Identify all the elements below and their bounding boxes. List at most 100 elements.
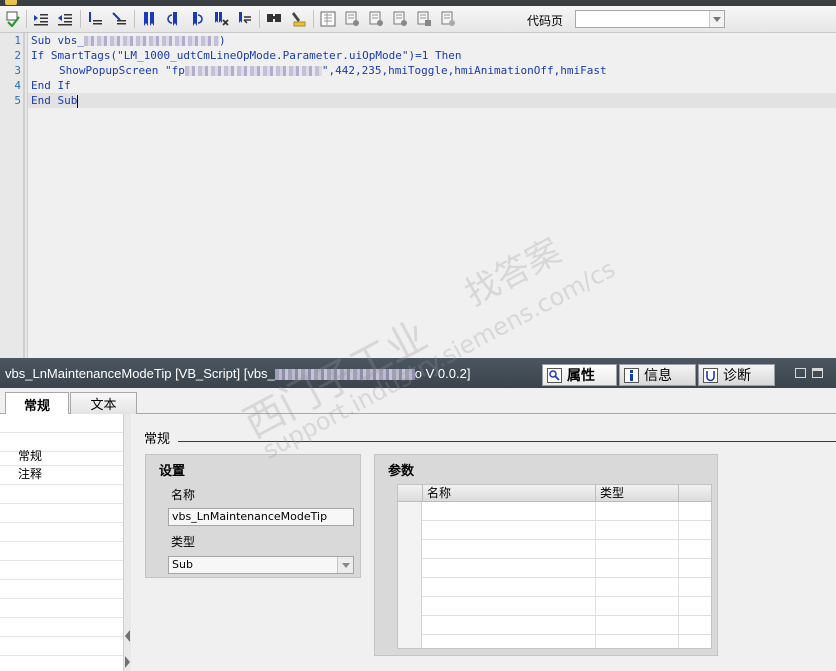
parameters-table[interactable]: 名称 类型 [397,484,712,649]
nav-row [0,485,123,504]
nav-row [0,618,123,637]
chevron-down-icon[interactable] [337,557,353,573]
table-row[interactable] [398,597,711,616]
redacted-text [184,66,322,76]
inspector-title-bar: vbs_LnMaintenanceModeTip [VB_Script] [vb… [0,358,836,388]
bookmark-icon[interactable] [140,9,158,28]
code-page-select[interactable] [575,10,725,28]
redacted-text [274,369,415,381]
parameters-title: 参数 [388,464,415,479]
tab-properties[interactable]: 属性 [542,364,617,386]
section-divider [178,441,836,442]
nav-item-general[interactable]: 常规 [0,448,123,466]
tab-diagnostics[interactable]: 诊断 [698,364,775,386]
keyword: If [50,79,71,92]
type-select[interactable]: Sub [168,556,354,574]
nav-row [0,542,123,561]
restore-icon[interactable] [795,368,806,378]
title-text: o [414,366,423,381]
string-literal: "fp [164,64,185,77]
prev-bookmark-icon[interactable] [164,9,182,28]
check-icon[interactable] [4,9,22,28]
code-line[interactable]: If SmartTags("LM_1000_udtCmLineOpMode.Pa… [31,48,462,63]
tab-general[interactable]: 常规 [5,392,69,415]
inspector-subtabs: 常规 文本 [0,388,836,415]
snippet-5-icon[interactable] [415,9,433,28]
code-editor[interactable]: 1 2 3 4 5 Sub vbs_) If SmartTags("LM_100… [0,33,836,358]
comment-icon[interactable] [86,9,104,28]
title-text: vbs_LnMaintenanceModeTip [VB_Script] [vb… [5,366,275,381]
table-row[interactable] [398,502,711,521]
line-number: 3 [14,64,21,77]
diagnostics-icon [702,367,718,383]
code-line[interactable]: Sub vbs_) [31,33,226,48]
column-header-extra [679,485,711,502]
tab-info[interactable]: 信息 [619,364,696,386]
toolbar-separator [313,10,314,28]
text-caret [77,94,79,108]
table-row[interactable] [398,616,711,635]
column-header-name[interactable]: 名称 [423,485,596,502]
snippet-1-icon[interactable] [319,9,337,28]
keyword: End [31,94,51,107]
keyword: Sub [31,34,51,47]
menu-icon[interactable] [812,368,823,378]
table-row[interactable] [398,540,711,559]
code-line[interactable]: End If [31,78,71,93]
keyword: Then [435,49,462,62]
code-line[interactable]: ShowPopupScreen "fp ",442,235,hmiToggle,h… [59,63,607,78]
table-row[interactable] [398,578,711,597]
indent-icon[interactable] [32,9,50,28]
clear-bookmarks-icon[interactable] [212,9,230,28]
expand-right-icon[interactable] [125,656,130,668]
toolbar-separator [259,10,260,28]
tab-label: 信息 [644,368,672,384]
goto-icon[interactable] [236,9,254,28]
nav-item-comment[interactable]: 注释 [0,466,123,485]
find-icon[interactable] [265,9,283,28]
tab-text[interactable]: 文本 [70,392,137,414]
nav-splitter[interactable] [123,414,131,671]
nav-row [0,414,123,433]
collapse-left-icon[interactable] [125,630,130,642]
table-row[interactable] [398,635,711,648]
fold-strip [23,33,25,358]
snippet-4-icon[interactable] [391,9,409,28]
row-header-corner [398,485,423,502]
name-field[interactable]: vbs_LnMaintenanceModeTip [168,508,354,526]
nav-row [0,637,123,656]
properties-icon [546,367,562,383]
chevron-down-icon[interactable] [709,11,724,27]
table-row[interactable] [398,521,711,540]
editor-toolbar: 代码页 [0,6,836,33]
code-area[interactable]: Sub vbs_) If SmartTags("LM_1000_udtCmLin… [28,33,836,358]
parameters-group: 参数 名称 类型 [374,454,718,656]
code-page-label: 代码页 [527,14,564,28]
nav-item-label: 常规 [18,449,43,463]
column-header-type[interactable]: 类型 [596,485,679,502]
tab-label: 属性 [567,368,595,384]
outdent-icon[interactable] [56,9,74,28]
nav-row [0,504,123,523]
next-bookmark-icon[interactable] [188,9,206,28]
nav-item-label: 注释 [18,467,43,481]
nav-row [0,561,123,580]
tab-label: 诊断 [723,368,751,384]
tab-handle[interactable] [5,0,17,5]
snippet-3-icon[interactable] [367,9,385,28]
uncomment-icon[interactable] [110,9,128,28]
nav-row [0,523,123,542]
table-row[interactable] [398,559,711,578]
snippet-2-icon[interactable] [343,9,361,28]
current-line-highlight [28,93,836,108]
line-number: 4 [14,79,21,92]
nav-row [0,599,123,618]
line-number: 1 [14,34,21,47]
snippet-6-icon[interactable] [439,9,457,28]
keyword: Sub [50,94,78,107]
type-label: 类型 [171,535,196,549]
highlight-icon[interactable] [289,9,307,28]
code-line[interactable]: End Sub [31,93,79,108]
title-version: V 0.0.2] [422,366,471,381]
type-value: Sub [172,558,193,571]
